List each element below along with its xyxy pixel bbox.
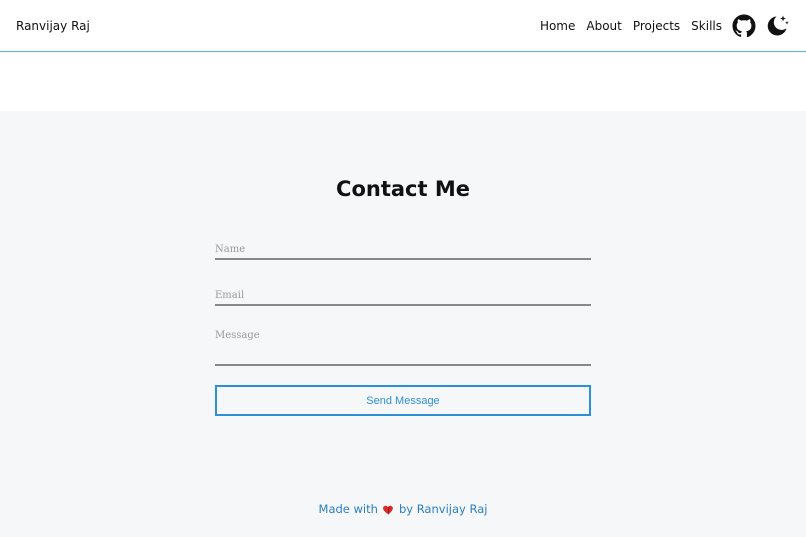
nav-link-skills[interactable]: Skills (691, 19, 722, 33)
heart-icon (382, 503, 395, 516)
message-field[interactable] (215, 330, 591, 362)
email-field-wrapper (215, 283, 591, 306)
dark-mode-moon-icon[interactable] (764, 13, 790, 39)
name-field-wrapper (215, 237, 591, 260)
footer: Made with by Ranvijay Raj (0, 502, 806, 516)
nav-links: Home About Projects Skills (540, 13, 790, 39)
name-field[interactable] (215, 240, 591, 259)
nav-link-home[interactable]: Home (540, 19, 575, 33)
top-navbar: Ranvijay Raj Home About Projects Skills (0, 0, 806, 52)
footer-author[interactable]: by Ranvijay Raj (399, 502, 488, 516)
nav-link-projects[interactable]: Projects (633, 19, 680, 33)
send-message-button[interactable]: Send Message (215, 385, 591, 416)
hero-spacer (0, 53, 806, 111)
email-field[interactable] (215, 286, 591, 305)
contact-title: Contact Me (336, 177, 470, 201)
brand-name[interactable]: Ranvijay Raj (16, 19, 90, 33)
github-icon[interactable] (732, 14, 756, 38)
footer-made-with: Made with (318, 502, 378, 516)
message-field-wrapper (215, 330, 591, 366)
nav-link-about[interactable]: About (586, 19, 621, 33)
